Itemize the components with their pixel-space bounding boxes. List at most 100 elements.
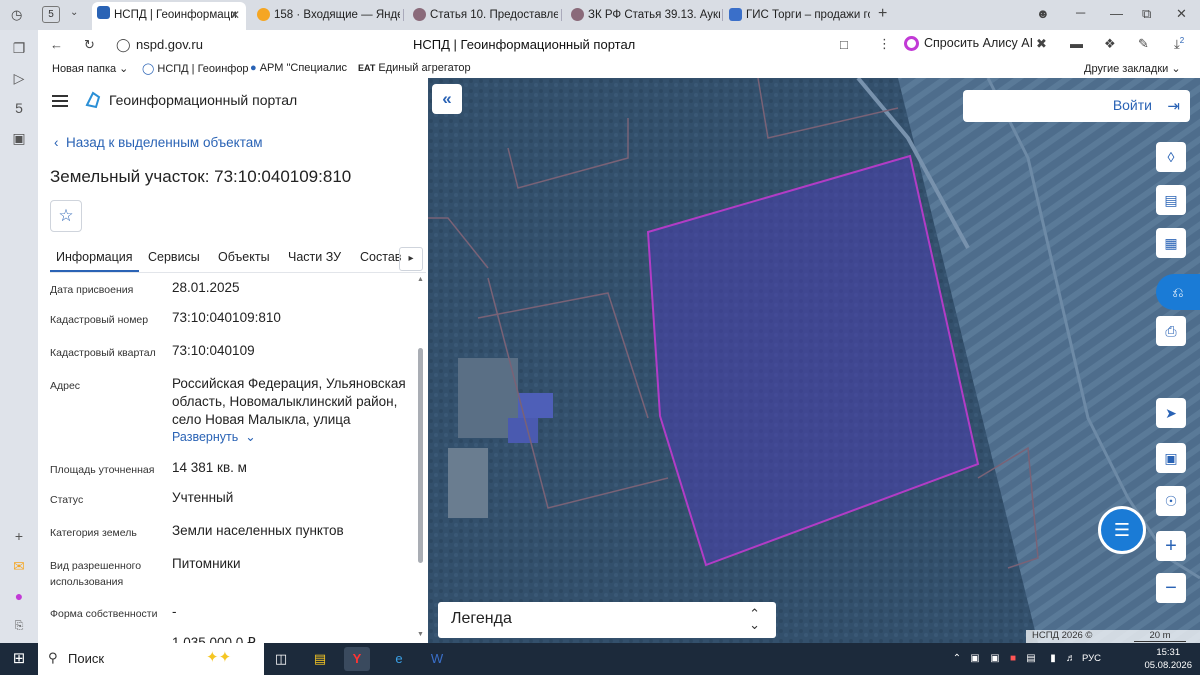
search-label: Поиск — [68, 651, 105, 666]
ruler-button[interactable]: ▤ — [1156, 185, 1186, 215]
field-value: 28.01.2025 — [172, 280, 240, 295]
field-value: - — [172, 604, 177, 619]
collections-icon[interactable]: ✎ — [1138, 36, 1149, 52]
layout-button[interactable]: ▣ — [1156, 443, 1186, 473]
menu-icon[interactable] — [52, 95, 68, 107]
file-explorer-icon[interactable]: ▤ — [307, 647, 333, 671]
back-arrow-icon[interactable]: ← — [50, 37, 63, 52]
tab-yandex-mail[interactable]: 158 · Входящие — Яндекс — [252, 4, 400, 26]
close-window-icon[interactable]: ✕ — [1176, 6, 1187, 22]
yandex-browser-icon[interactable]: Y — [344, 647, 370, 671]
extension-icon[interactable]: ✖ — [1036, 36, 1047, 52]
layers-icon: ◊ — [1167, 149, 1175, 165]
tab-zk-rf[interactable]: ЗК РФ Статья 39.13. Аукц — [566, 4, 720, 26]
tab-divider — [722, 9, 723, 21]
ask-alice-button[interactable]: Спросить Алису AI — [904, 36, 1034, 51]
mail-icon[interactable]: ✉ — [9, 556, 29, 576]
panel-tabs: Информация Сервисы Объекты Части ЗУ Сост… — [50, 245, 426, 273]
legend-label: Легенда — [451, 610, 512, 627]
caret-right-icon: ▸ — [408, 253, 414, 264]
volume-icon[interactable]: ♬ — [1058, 647, 1084, 671]
incognito-icon[interactable]: ☻ — [1036, 6, 1050, 21]
legend-dropdown[interactable]: Легенда ⌃ ⌄ — [438, 602, 776, 638]
my-location-button[interactable]: ➤ — [1156, 398, 1186, 428]
favorite-star-button[interactable]: ☆ — [50, 200, 82, 232]
zoom-in-button[interactable]: + — [1156, 531, 1186, 561]
close-icon[interactable]: ✕ — [230, 2, 240, 28]
restore-icon[interactable]: ⧉ — [1142, 6, 1151, 22]
tab-composition[interactable]: Состав — [360, 250, 401, 264]
tab-article-10[interactable]: Статья 10. Предоставлени — [408, 4, 558, 26]
layers-button[interactable]: ◊ — [1156, 142, 1186, 172]
taskbar-search[interactable]: ⚲ Поиск ✦✦ — [38, 643, 264, 675]
five-icon[interactable]: 5 — [9, 98, 29, 118]
layout-icon: ▣ — [1164, 450, 1178, 466]
portal-title: Геоинформационный портал — [109, 92, 298, 108]
windows-start-icon[interactable]: ⊞ — [6, 647, 32, 671]
select-area-button[interactable]: ▦ — [1156, 228, 1186, 258]
history-icon[interactable]: ◷ — [11, 7, 22, 23]
alice-icon[interactable]: ● — [9, 586, 29, 606]
active-tool-button[interactable]: ⎌ — [1156, 274, 1200, 310]
minimize-icon[interactable]: ─ — [1076, 5, 1085, 20]
reload-icon[interactable]: ↻ — [84, 37, 95, 53]
satellite-map-image — [428, 78, 1200, 643]
expand-link[interactable]: Развернуть ⌄ — [172, 429, 256, 444]
collapse-panel-button[interactable]: « — [432, 84, 462, 114]
back-link-label: Назад к выделенным объектам — [66, 135, 263, 150]
settings-icon[interactable]: ⎘ — [9, 616, 29, 636]
copy-icon[interactable]: ❐ — [9, 38, 29, 58]
url-field[interactable]: nspd.gov.ru — [136, 37, 203, 52]
tab-services[interactable]: Сервисы — [148, 250, 200, 264]
chat-support-button[interactable]: ☰ — [1098, 506, 1146, 554]
site-info-icon[interactable]: ◯ — [116, 37, 131, 53]
alice-label: Спросить Алису AI — [924, 36, 1034, 50]
tab-count-badge[interactable]: 5 — [42, 6, 60, 23]
object-info-panel: Геоинформационный портал ‹ Назад к выдел… — [38, 78, 428, 643]
zoom-out-button[interactable]: − — [1156, 573, 1186, 603]
clock[interactable]: 15:31 05.08.2026 — [1144, 646, 1192, 672]
bookmark-eat[interactable]: EAT Единый агрегатор — [358, 62, 471, 74]
bookmark-arm[interactable]: ● АРМ "Специалис — [250, 62, 347, 74]
sparkle-icon: ✦✦ — [206, 649, 232, 666]
pin-search-icon: ☉ — [1164, 493, 1178, 509]
more-vert-icon[interactable]: ⋮ — [878, 36, 891, 52]
bookmark-nspd[interactable]: ◯ НСПД | Геоинфор — [142, 62, 249, 75]
tab-nspd[interactable]: НСПД | Геоинформаци ✕ — [92, 2, 246, 30]
other-bookmarks[interactable]: Другие закладки ⌄ — [1084, 62, 1181, 75]
play-icon[interactable]: ▷ — [9, 68, 29, 88]
tab-parts[interactable]: Части ЗУ — [288, 250, 341, 264]
panel-scrollbar[interactable]: ▲ ▼ — [416, 276, 426, 641]
map-view[interactable]: « Войти ⇥ ◊ ▤ ▦ ⎌ ⎙ ➤ ▣ ☉ + − ☰ Легенда … — [428, 78, 1200, 643]
field-value: 73:10:040109:810 — [172, 310, 281, 325]
bookmark-icon[interactable]: □ — [840, 37, 848, 52]
new-tab-icon[interactable]: + — [878, 5, 887, 23]
hat-icon[interactable]: ▬ — [1070, 36, 1083, 51]
edge-icon[interactable]: e — [386, 647, 412, 671]
tabs-scroll-right-button[interactable]: ▸ — [399, 247, 423, 271]
scroll-down-icon[interactable]: ▼ — [417, 631, 424, 638]
tab-information[interactable]: Информация — [50, 250, 139, 272]
minimize-icon[interactable]: — — [1110, 6, 1123, 21]
search-location-button[interactable]: ☉ — [1156, 486, 1186, 516]
print-button[interactable]: ⎙ — [1156, 316, 1186, 346]
camera-icon[interactable]: ▣ — [9, 128, 29, 148]
login-button[interactable]: Войти ⇥ — [963, 90, 1190, 122]
tab-gis-torgi[interactable]: ГИС Торги – продажи гос — [724, 4, 870, 26]
map-tool-icon: ⎌ — [1172, 284, 1184, 300]
field-label: Площадь уточненная — [50, 464, 155, 476]
back-to-selection-link[interactable]: ‹ Назад к выделенным объектам — [54, 135, 263, 150]
scroll-up-icon[interactable]: ▲ — [417, 276, 424, 283]
task-view-icon[interactable]: ◫ — [268, 647, 294, 671]
scroll-thumb[interactable] — [418, 348, 423, 563]
word-icon[interactable]: W — [424, 647, 450, 671]
tab-objects[interactable]: Объекты — [218, 250, 270, 264]
add-icon[interactable]: + — [9, 526, 29, 546]
chevron-down-icon[interactable]: ⌄ — [70, 7, 78, 18]
language-indicator[interactable]: РУС — [1082, 653, 1101, 664]
puzzle-icon[interactable]: ❖ — [1104, 36, 1116, 52]
arm-favicon-icon: ● — [250, 62, 257, 74]
field-label: Дата присвоения — [50, 284, 134, 296]
download-icon[interactable]: ⤓2 — [1174, 36, 1184, 52]
bookmark-folder[interactable]: Новая папка ⌄ — [52, 62, 128, 75]
